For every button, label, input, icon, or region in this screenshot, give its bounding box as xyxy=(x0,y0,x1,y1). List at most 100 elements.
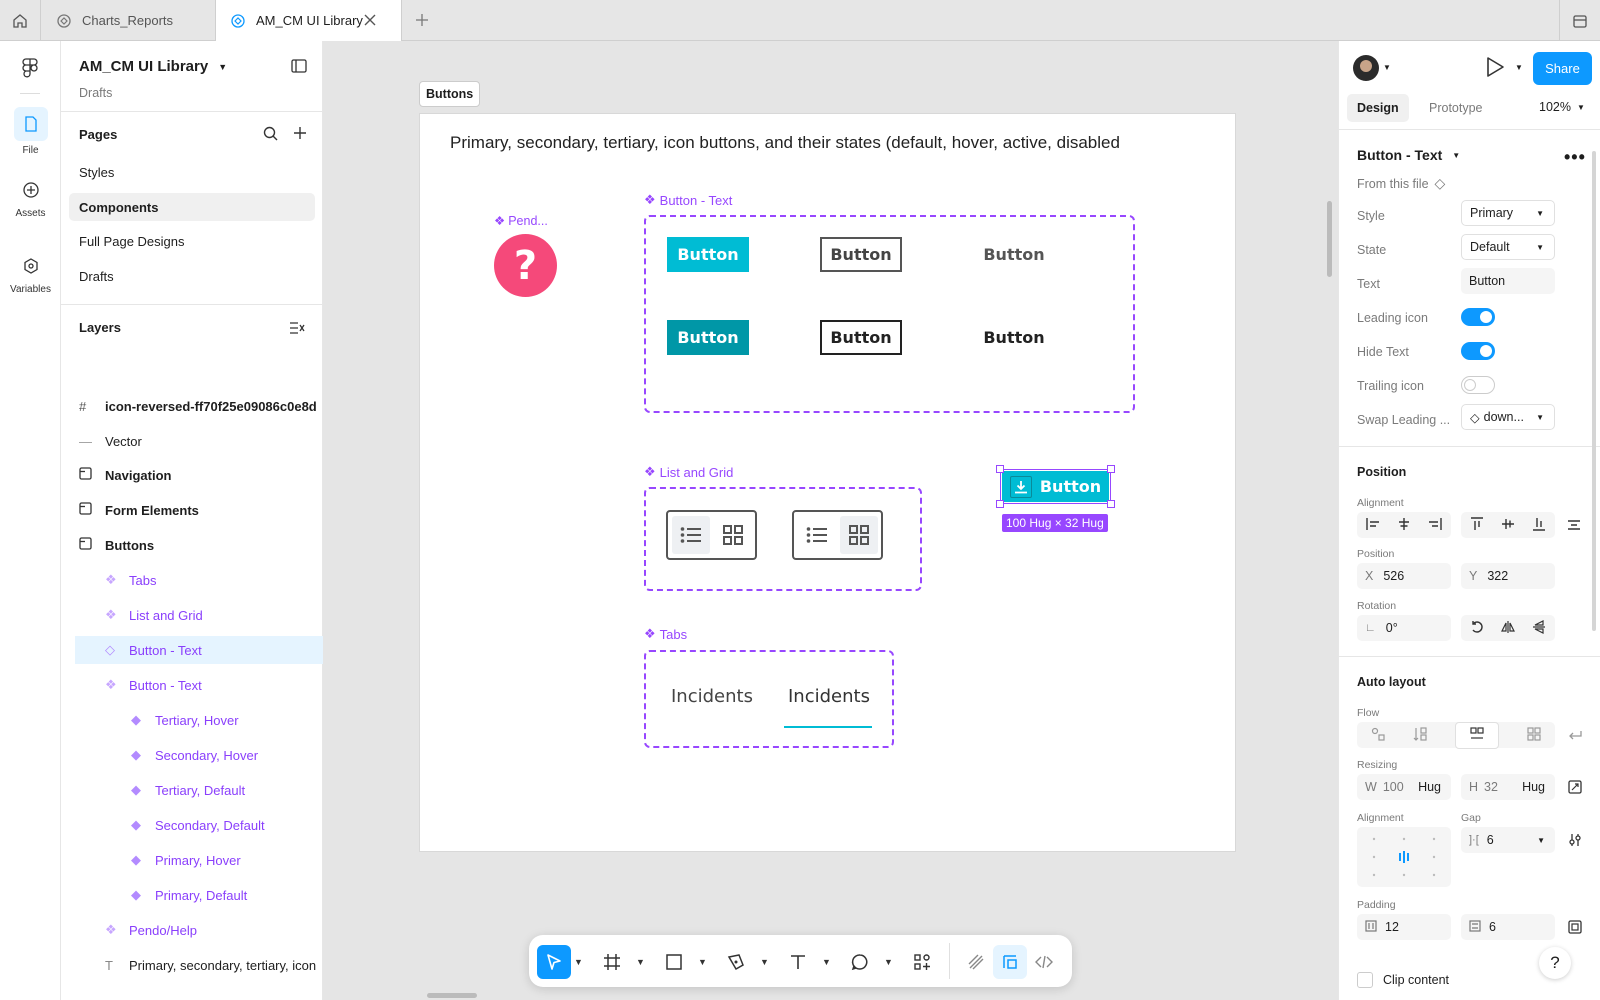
home-icon[interactable] xyxy=(0,0,41,41)
align-bottom-icon[interactable] xyxy=(1532,517,1546,534)
height-input[interactable]: H 32 Hug xyxy=(1461,774,1555,800)
tab-incidents-active[interactable]: Incidents xyxy=(788,686,870,707)
pen-tool[interactable] xyxy=(719,945,753,979)
trailing-icon-toggle[interactable] xyxy=(1461,376,1495,394)
chevron-down-icon[interactable]: ▼ xyxy=(574,957,583,967)
layer-row[interactable]: # icon-reversed-ff70f25e09086c0e8d xyxy=(61,392,323,420)
from-this-file[interactable]: From this file ◇ xyxy=(1357,175,1445,192)
right-panel-scrollbar[interactable] xyxy=(1592,151,1596,631)
flip-vertical-icon[interactable] xyxy=(1532,619,1546,637)
calendar-icon[interactable] xyxy=(1559,0,1600,41)
resize-handle[interactable] xyxy=(996,465,1004,473)
individual-padding-icon[interactable] xyxy=(1568,920,1582,937)
layer-row[interactable]: ◆ Tertiary, Default xyxy=(61,776,323,804)
component-name[interactable]: Button - Text ▼ xyxy=(1357,147,1460,163)
layer-row[interactable]: Navigation xyxy=(61,461,323,489)
h-mode[interactable]: Hug xyxy=(1522,780,1545,794)
add-page-icon[interactable] xyxy=(293,126,307,143)
clip-content-checkbox[interactable] xyxy=(1357,972,1373,988)
close-icon[interactable] xyxy=(363,13,387,30)
dev-mode-toggle[interactable] xyxy=(1027,945,1061,979)
chevron-down-icon[interactable]: ▼ xyxy=(822,957,831,967)
align-top-icon[interactable] xyxy=(1470,516,1484,534)
resize-handle[interactable] xyxy=(996,500,1004,508)
resize-to-fit-icon[interactable] xyxy=(1568,780,1582,797)
rotate-icon[interactable] xyxy=(1470,620,1484,637)
avatar[interactable] xyxy=(1353,55,1379,81)
help-button[interactable]: ? xyxy=(1539,947,1571,979)
tertiary-hover-button[interactable]: Button xyxy=(973,320,1055,355)
text-input[interactable]: Button xyxy=(1461,268,1555,294)
wrap-icon[interactable] xyxy=(1568,729,1582,746)
swap-leading-select[interactable]: ◇ down... ▼ xyxy=(1461,404,1555,430)
download-button-selected[interactable]: Button xyxy=(1002,471,1109,502)
buttons-frame[interactable]: Primary, secondary, tertiary, icon butto… xyxy=(419,113,1236,852)
layer-row[interactable]: Form Elements xyxy=(61,496,323,524)
rotation-input[interactable]: ∟ 0° xyxy=(1357,615,1451,641)
present-icon[interactable] xyxy=(1485,56,1505,81)
alignment-grid[interactable] xyxy=(1357,827,1451,887)
comment-tool[interactable] xyxy=(843,945,877,979)
width-input[interactable]: W 100 Hug xyxy=(1357,774,1451,800)
figma-logo-icon[interactable] xyxy=(21,57,39,82)
hide-text-toggle[interactable] xyxy=(1461,342,1495,360)
padding-vertical-input[interactable]: 6 xyxy=(1461,914,1555,940)
grid-view-icon[interactable] xyxy=(714,516,752,554)
flip-horizontal-icon[interactable] xyxy=(1501,620,1515,637)
more-options-icon[interactable]: ••• xyxy=(1564,147,1586,168)
draw-mode-toggle[interactable] xyxy=(959,945,993,979)
w-mode[interactable]: Hug xyxy=(1418,780,1441,794)
layer-row[interactable]: ◆ Secondary, Default xyxy=(61,811,323,839)
button-text-label[interactable]: ❖ Button - Text xyxy=(644,192,732,208)
flow-grid-icon[interactable] xyxy=(1527,726,1541,744)
layer-row[interactable]: ❖ Button - Text xyxy=(61,671,323,699)
leading-icon-toggle[interactable] xyxy=(1461,308,1495,326)
list-grid-toggle-grid[interactable] xyxy=(792,510,883,560)
secondary-hover-button[interactable]: Button xyxy=(820,320,902,355)
list-grid-label[interactable]: ❖ List and Grid xyxy=(644,464,733,480)
chevron-down-icon[interactable]: ▼ xyxy=(636,957,645,967)
primary-hover-button[interactable]: Button xyxy=(667,320,749,355)
distribute-icon[interactable] xyxy=(1567,518,1581,535)
chevron-down-icon[interactable]: ▼ xyxy=(884,957,893,967)
align-center-vertical-icon[interactable] xyxy=(1501,517,1515,534)
actions-tool[interactable] xyxy=(905,945,939,979)
flow-vertical-icon[interactable] xyxy=(1413,726,1427,744)
padding-horizontal-input[interactable]: 12 xyxy=(1357,914,1451,940)
tertiary-default-button[interactable]: Button xyxy=(973,237,1055,272)
secondary-default-button[interactable]: Button xyxy=(820,237,902,272)
rail-variables[interactable]: Variables xyxy=(0,249,61,295)
align-left-icon[interactable] xyxy=(1365,517,1380,534)
tab-charts-reports[interactable]: Charts_Reports xyxy=(42,0,216,41)
list-view-icon[interactable] xyxy=(798,516,836,554)
tab-am-cm-ui-library[interactable]: AM_CM UI Library xyxy=(216,0,402,41)
pendo-help-button[interactable]: ? xyxy=(494,234,557,297)
rectangle-tool[interactable] xyxy=(657,945,691,979)
grid-view-icon[interactable] xyxy=(840,516,878,554)
align-center-horizontal-icon[interactable] xyxy=(1397,517,1411,534)
panel-toggle-icon[interactable] xyxy=(291,59,307,76)
align-right-icon[interactable] xyxy=(1428,517,1443,534)
chevron-down-icon[interactable]: ▼ xyxy=(698,957,707,967)
x-input[interactable]: X 526 xyxy=(1357,563,1451,589)
frame-label[interactable]: Buttons xyxy=(419,81,481,107)
page-item-components[interactable]: Components xyxy=(69,193,315,221)
tab-prototype[interactable]: Prototype xyxy=(1419,94,1493,122)
list-view-icon[interactable] xyxy=(672,516,710,554)
y-input[interactable]: Y 322 xyxy=(1461,563,1555,589)
chevron-down-icon[interactable]: ▼ xyxy=(760,957,769,967)
page-item-styles[interactable]: Styles xyxy=(61,158,323,186)
layer-row[interactable]: ❖ Tabs xyxy=(61,566,323,594)
page-item-full-page-designs[interactable]: Full Page Designs xyxy=(61,227,323,255)
advanced-settings-icon[interactable] xyxy=(1568,833,1582,850)
flow-horizontal-icon[interactable] xyxy=(1455,721,1499,749)
collapse-layers-icon[interactable] xyxy=(289,321,305,338)
flow-freeform-icon[interactable] xyxy=(1371,727,1385,744)
text-tool[interactable] xyxy=(781,945,815,979)
search-icon[interactable] xyxy=(263,126,278,144)
tab-incidents-default[interactable]: Incidents xyxy=(671,686,753,707)
list-grid-toggle-list[interactable] xyxy=(666,510,757,560)
pendo-label[interactable]: ❖ Pend... xyxy=(494,213,548,229)
layer-row[interactable]: ◆ Secondary, Hover xyxy=(61,741,323,769)
layer-row[interactable]: — Vector xyxy=(61,427,323,455)
